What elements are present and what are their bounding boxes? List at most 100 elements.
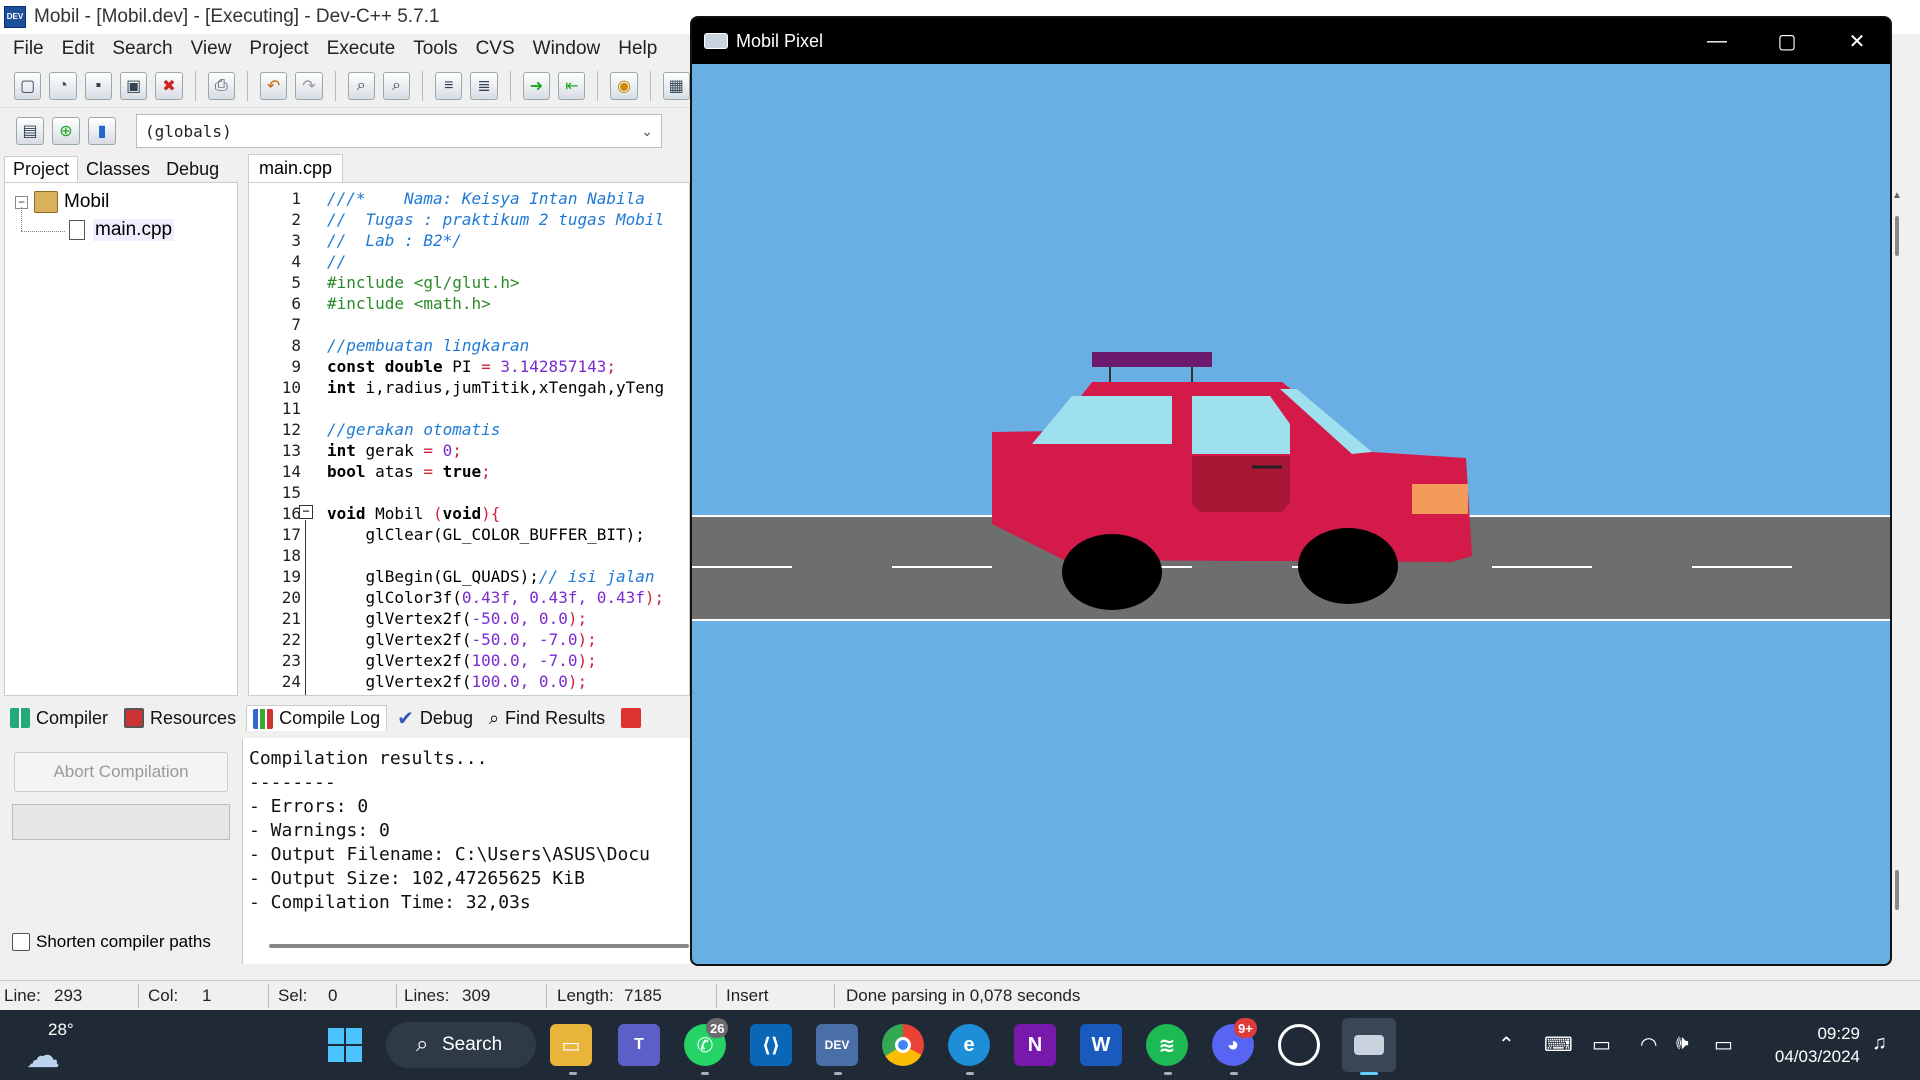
close-file-icon[interactable]: ✖ bbox=[155, 71, 183, 100]
globals-select[interactable]: (globals) ⌄ bbox=[136, 114, 662, 148]
tab-debug[interactable]: Debug bbox=[158, 157, 227, 182]
menu-edit[interactable]: Edit bbox=[53, 38, 104, 60]
door-panel bbox=[1192, 456, 1290, 512]
unindent-icon[interactable]: ≣ bbox=[470, 71, 498, 100]
status-length-label: Length: bbox=[557, 986, 614, 1005]
spotify-icon[interactable]: ≋ bbox=[1146, 1024, 1188, 1066]
menu-search[interactable]: Search bbox=[103, 38, 181, 60]
chevron-up-icon[interactable]: ⌃ bbox=[1498, 1032, 1515, 1057]
print-icon[interactable]: ⎙ bbox=[207, 71, 235, 100]
bookmark-icon[interactable]: ◉ bbox=[610, 71, 638, 100]
tab-debug-bottom[interactable]: ✔ Debug bbox=[391, 704, 479, 733]
devcpp-taskbar-icon[interactable]: DEV bbox=[816, 1024, 858, 1066]
clock[interactable]: 09:29 04/03/2024 bbox=[1750, 1022, 1860, 1068]
mobil-pixel-window[interactable]: Mobil Pixel — ▢ ✕ bbox=[690, 16, 1892, 966]
goto-back-icon[interactable]: ⇤ bbox=[558, 71, 586, 100]
mobil-pixel-titlebar[interactable]: Mobil Pixel — ▢ ✕ bbox=[692, 18, 1890, 64]
menu-view[interactable]: View bbox=[182, 38, 241, 60]
indent-icon[interactable]: ≡ bbox=[435, 71, 463, 100]
menu-cvs[interactable]: CVS bbox=[467, 38, 524, 60]
undo-icon[interactable]: ↶ bbox=[259, 71, 288, 100]
open-file-icon[interactable]: ◔ bbox=[49, 71, 77, 100]
menu-window[interactable]: Window bbox=[524, 38, 610, 60]
keyboard-icon[interactable]: ⌨ bbox=[1544, 1032, 1573, 1057]
obs-icon[interactable] bbox=[1278, 1024, 1320, 1066]
menu-file[interactable]: File bbox=[4, 38, 53, 60]
taskbar-search[interactable]: ⌕ Search bbox=[386, 1022, 536, 1068]
code-editor[interactable]: 1 2 3 4 5 6 7 8 9 10 11 12 13 14 15 16 1… bbox=[248, 182, 690, 696]
onenote-icon[interactable]: N bbox=[1014, 1024, 1056, 1066]
opengl-taskbar-icon[interactable] bbox=[1342, 1018, 1396, 1072]
editor-tabs: main.cpp bbox=[248, 152, 688, 182]
tree-node-project[interactable]: − Mobil bbox=[15, 191, 109, 213]
battery-icon[interactable]: ▭ bbox=[1714, 1032, 1733, 1057]
tab-main-cpp[interactable]: main.cpp bbox=[248, 154, 344, 182]
project-toolbar: ▤ ⊕ ▮ (globals) ⌄ bbox=[0, 108, 690, 154]
scroll-thumb[interactable] bbox=[1895, 870, 1899, 910]
log-line: - Output Size: 102,47265625 KiB bbox=[249, 868, 585, 889]
volume-icon[interactable]: 🕪 bbox=[1676, 1032, 1689, 1055]
toolbar-separator bbox=[334, 70, 336, 101]
shorten-paths-option[interactable]: Shorten compiler paths bbox=[12, 932, 211, 952]
remove-from-project-icon[interactable]: ▮ bbox=[88, 117, 116, 145]
log-line: -------- bbox=[249, 772, 336, 793]
status-length-value: 7185 bbox=[624, 986, 662, 1005]
notification-bell-icon[interactable]: ♫ bbox=[1872, 1032, 1887, 1055]
tab-project[interactable]: Project bbox=[4, 156, 79, 182]
menu-help[interactable]: Help bbox=[609, 38, 666, 60]
file-explorer-icon[interactable]: ▭ bbox=[550, 1024, 592, 1066]
tab-classes[interactable]: Classes bbox=[78, 157, 158, 182]
app-indicator bbox=[1164, 1072, 1172, 1075]
code-token: glVertex2f( bbox=[327, 609, 472, 628]
word-icon[interactable]: W bbox=[1080, 1024, 1122, 1066]
chrome-icon[interactable] bbox=[882, 1024, 924, 1066]
save-icon[interactable]: ▪ bbox=[84, 71, 112, 100]
abort-compilation-button[interactable]: Abort Compilation bbox=[14, 752, 228, 792]
code-comment: // isi jalan bbox=[538, 567, 655, 586]
code-line: glBegin(GL_QUADS);// isi jalan bbox=[327, 567, 655, 586]
add-to-project-icon[interactable]: ⊕ bbox=[52, 117, 80, 145]
display-icon[interactable]: ▭ bbox=[1592, 1032, 1611, 1057]
maximize-button[interactable]: ▢ bbox=[1752, 18, 1822, 64]
line-gutter: 1 2 3 4 5 6 7 8 9 10 11 12 13 14 15 16 1… bbox=[249, 183, 301, 695]
app-indicator bbox=[701, 1072, 709, 1075]
tree-node-file[interactable]: main.cpp bbox=[69, 219, 175, 241]
vscode-icon[interactable]: ⟨⟩ bbox=[750, 1024, 792, 1066]
tab-find-results[interactable]: ⌕ Find Results bbox=[483, 706, 611, 731]
tab-label: Find Results bbox=[505, 707, 606, 728]
menu-project[interactable]: Project bbox=[240, 38, 317, 60]
replace-icon[interactable]: ⌕ bbox=[382, 71, 411, 100]
edge-icon[interactable]: e bbox=[948, 1024, 990, 1066]
scroll-up-icon[interactable]: ▲ bbox=[1892, 190, 1902, 201]
close-button[interactable]: ✕ bbox=[1822, 18, 1890, 64]
minimize-button[interactable]: — bbox=[1682, 18, 1752, 64]
teams-icon[interactable]: T bbox=[618, 1024, 660, 1066]
file-icon bbox=[69, 220, 85, 240]
new-file-icon[interactable]: ▢ bbox=[14, 71, 42, 100]
find-icon[interactable]: ⌕ bbox=[347, 71, 375, 100]
menu-tools[interactable]: Tools bbox=[404, 38, 466, 60]
fold-toggle-icon[interactable]: − bbox=[299, 505, 313, 519]
tab-label: Debug bbox=[419, 707, 473, 728]
status-col-value: 1 bbox=[202, 986, 212, 1005]
redo-icon[interactable]: ↷ bbox=[295, 71, 323, 100]
tab-resources[interactable]: Resources bbox=[118, 706, 242, 731]
save-all-icon[interactable]: ▣ bbox=[119, 71, 148, 100]
toolbar-separator bbox=[509, 70, 511, 101]
horizontal-scrollbar[interactable] bbox=[269, 944, 689, 948]
tab-compile-log[interactable]: Compile Log bbox=[246, 705, 388, 731]
wifi-icon[interactable]: ◠ bbox=[1640, 1032, 1657, 1057]
tab-close[interactable] bbox=[615, 706, 647, 730]
goto-icon[interactable]: ➜ bbox=[522, 71, 551, 100]
start-button[interactable] bbox=[324, 1024, 366, 1066]
line-number: 10 bbox=[281, 378, 301, 397]
vertical-scrollbar[interactable]: ▲ bbox=[1890, 190, 1904, 930]
menu-execute[interactable]: Execute bbox=[318, 38, 405, 60]
tab-compiler[interactable]: Compiler bbox=[4, 706, 114, 731]
compile-progress-bar bbox=[12, 804, 230, 840]
grid-icon[interactable]: ▦ bbox=[662, 71, 691, 100]
shorten-paths-checkbox[interactable] bbox=[12, 933, 30, 951]
toolbar-separator bbox=[246, 70, 248, 101]
scroll-thumb[interactable] bbox=[1895, 216, 1899, 256]
new-project-icon[interactable]: ▤ bbox=[16, 117, 44, 145]
